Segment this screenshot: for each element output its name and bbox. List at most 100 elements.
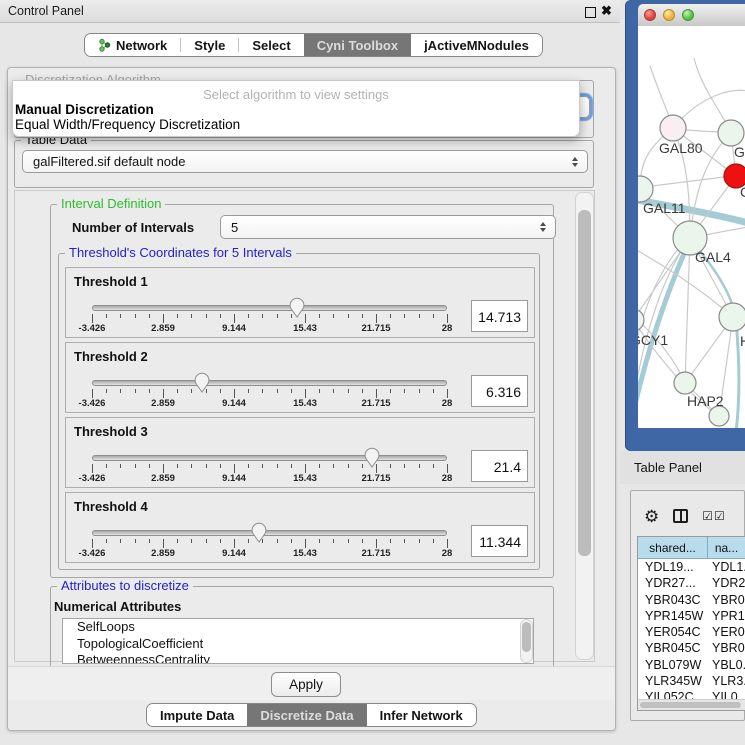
threshold-value-field[interactable]: 21.4 [471, 450, 528, 482]
network-nodes [638, 115, 745, 426]
numerical-attributes-label: Numerical Attributes [54, 599, 181, 614]
cell-name[interactable]: YER0... [708, 624, 745, 640]
network-icon [98, 38, 111, 52]
tab-style[interactable]: Style [181, 34, 238, 56]
table-row[interactable]: YPR145WYPR1... [638, 608, 745, 624]
threshold-slider-track[interactable] [92, 305, 447, 311]
threshold-value-field[interactable]: 11.344 [471, 525, 528, 557]
threshold-slider-track[interactable] [92, 380, 447, 386]
thresholds-group-label: Threshold's Coordinates for 5 Intervals [65, 246, 296, 260]
table-hscrollbar-thumb[interactable] [640, 702, 741, 709]
cell-name[interactable]: YBL0... [708, 657, 745, 673]
table-row[interactable]: YBR043CYBR0... [638, 592, 745, 608]
table-row[interactable]: YIL052CYIL0... [638, 689, 745, 699]
cell-shared-name[interactable]: YLR345W [638, 673, 708, 689]
attribute-item[interactable]: TopologicalCoefficient [63, 636, 533, 653]
table-hscrollbar-track[interactable] [638, 699, 745, 710]
table-data-combobox[interactable]: galFiltered.sif default node [22, 150, 588, 173]
dropdown-option-manual[interactable]: Manual Discretization [15, 102, 154, 117]
gear-icon[interactable]: ⚙ [644, 508, 659, 525]
network-node[interactable] [709, 406, 729, 426]
attribute-item[interactable]: SelfLoops [63, 619, 533, 636]
slider-tick-labels: -3.4262.8599.14415.4321.71528 [66, 323, 534, 335]
cell-name[interactable]: YDR2... [708, 575, 745, 591]
column-header-shared-name[interactable]: shared... [638, 537, 708, 558]
cell-shared-name[interactable]: YIL052C [638, 689, 708, 699]
columns-icon[interactable] [673, 509, 688, 523]
tab-label: Discretize Data [260, 708, 353, 723]
network-view-window[interactable]: GAL80GACGAL11GAL4GCY1HHAP2 [625, 0, 745, 451]
table-row[interactable]: YBR045CYBR0... [638, 640, 745, 656]
cell-name[interactable]: YBR0... [708, 592, 745, 608]
tab-label: Select [252, 38, 290, 53]
dropdown-option-equal-width[interactable]: Equal Width/Frequency Discretization [15, 117, 240, 132]
tab-label: Network [116, 38, 167, 53]
panel-scrollbar-thumb[interactable] [578, 210, 591, 556]
cell-name[interactable]: YDL1... [708, 559, 745, 575]
tab-network[interactable]: Network [85, 34, 180, 56]
cell-name[interactable]: YBR0... [708, 640, 745, 656]
slider-tick-labels: -3.4262.8599.14415.4321.71528 [66, 548, 534, 560]
select-columns-checkboxes-icon[interactable]: ☑☑ [702, 509, 726, 523]
network-node-gcy1[interactable] [638, 309, 644, 331]
mac-minimize-icon[interactable] [663, 9, 675, 21]
node-label: GAL11 [643, 200, 686, 216]
table-row[interactable]: YDR27...YDR2... [638, 575, 745, 591]
numerical-attributes-list[interactable]: SelfLoopsTopologicalCoefficientBetweenne… [62, 618, 534, 664]
attribute-item[interactable]: BetweennessCentrality [63, 652, 533, 664]
float-window-icon[interactable] [585, 7, 596, 18]
network-window-titlebar [638, 4, 745, 27]
combo-arrows-icon [572, 157, 578, 167]
tab-label: jActiveMNodules [424, 38, 529, 53]
threshold-panel: Threshold 3 -3.4262.8599.14415.4321.7152… [65, 417, 535, 488]
cell-shared-name[interactable]: YER054C [638, 624, 708, 640]
threshold-label: Threshold 3 [74, 424, 148, 439]
tab-select[interactable]: Select [239, 34, 303, 56]
bottom-tab-impute-data[interactable]: Impute Data [147, 704, 247, 726]
network-canvas[interactable]: GAL80GACGAL11GAL4GCY1HHAP2 [638, 26, 745, 428]
cell-name[interactable]: YLR3... [708, 673, 745, 689]
cell-shared-name[interactable]: YDL19... [638, 559, 708, 575]
table-row[interactable]: YER054CYER0... [638, 624, 745, 640]
number-of-intervals-combobox[interactable]: 5 [220, 215, 556, 239]
cell-name[interactable]: YIL0... [708, 689, 745, 699]
network-node-gal11[interactable] [638, 176, 653, 202]
apply-button[interactable]: Apply [271, 672, 341, 697]
threshold-value-field[interactable]: 6.316 [471, 375, 528, 407]
threshold-slider-track[interactable] [92, 455, 447, 461]
tab-label: Style [194, 38, 225, 53]
slider-ticks [66, 464, 534, 473]
column-header-name[interactable]: na... [708, 537, 745, 558]
mac-zoom-icon[interactable] [682, 9, 694, 21]
node-label: GAL80 [659, 140, 703, 156]
network-node-h[interactable] [719, 303, 745, 331]
node-label: H [740, 333, 745, 349]
cell-shared-name[interactable]: YBL079W [638, 657, 708, 673]
slider-tick-labels: -3.4262.8599.14415.4321.71528 [66, 398, 534, 410]
cell-shared-name[interactable]: YBR043C [638, 592, 708, 608]
cell-name[interactable]: YPR1... [708, 608, 745, 624]
tab-cyni-toolbox[interactable]: Cyni Toolbox [304, 34, 411, 56]
cell-shared-name[interactable]: YBR045C [638, 640, 708, 656]
cell-shared-name[interactable]: YDR27... [638, 575, 708, 591]
list-scrollbar-thumb[interactable] [522, 622, 531, 652]
control-panel-titlebar: Control Panel ✖ [0, 0, 620, 23]
slider-tick-labels: -3.4262.8599.14415.4321.71528 [66, 473, 534, 485]
bottom-tab-discretize-data[interactable]: Discretize Data [247, 704, 366, 726]
table-row[interactable]: YLR345WYLR3... [638, 673, 745, 689]
table-row[interactable]: YDL19...YDL1... [638, 559, 745, 575]
bottom-tab-infer-network[interactable]: Infer Network [367, 704, 476, 726]
mac-close-icon[interactable] [644, 9, 656, 21]
network-node-ga[interactable] [718, 120, 744, 146]
attributes-group-label: Attributes to discretize [57, 579, 193, 593]
table-toolbar: ⚙ ☑☑ [631, 503, 744, 529]
cell-shared-name[interactable]: YPR145W [638, 608, 708, 624]
table-row[interactable]: YBL079WYBL0... [638, 657, 745, 673]
threshold-slider-track[interactable] [92, 530, 447, 536]
network-node-gal80[interactable] [660, 115, 686, 141]
network-node-hap2[interactable] [674, 372, 696, 394]
close-icon[interactable]: ✖ [601, 3, 612, 19]
top-tab-bar: Network Style Select Cyni Toolbox jActiveMNo… [84, 33, 543, 57]
threshold-value-field[interactable]: 14.713 [471, 300, 528, 332]
tab-jactivemnodules[interactable]: jActiveMNodules [411, 34, 542, 56]
